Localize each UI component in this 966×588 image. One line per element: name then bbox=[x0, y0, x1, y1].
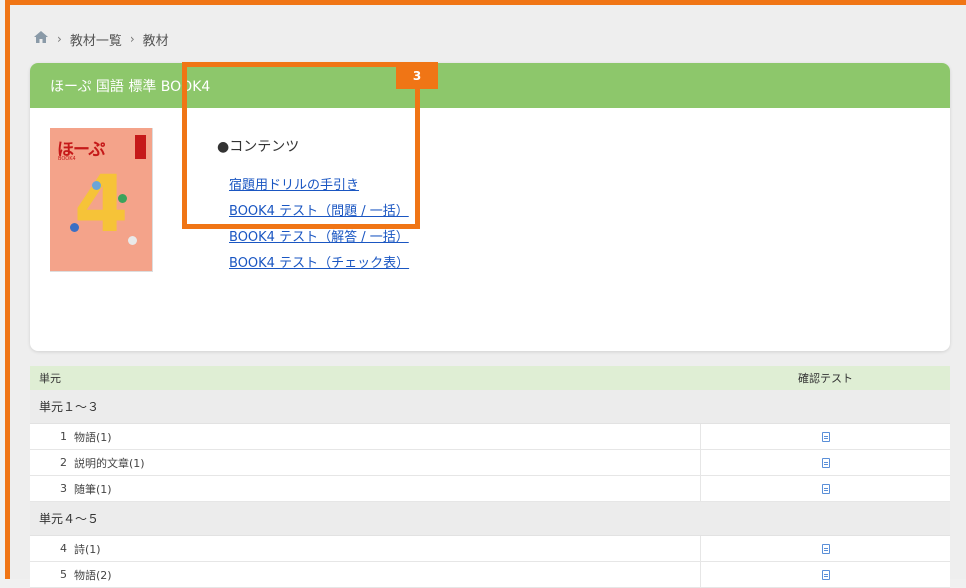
row-number: 2 bbox=[60, 456, 67, 469]
breadcrumb-item-material: 教材 bbox=[142, 33, 169, 49]
breadcrumb-separator: › bbox=[129, 32, 135, 46]
annotation-box: 3 bbox=[182, 62, 438, 229]
table-header: 単元 確認テスト bbox=[30, 366, 950, 390]
cover-figure bbox=[70, 223, 79, 232]
home-icon[interactable] bbox=[33, 30, 49, 48]
link-test-checklist[interactable]: BOOK4 テスト（チェック表） bbox=[229, 252, 409, 271]
header-confirm-test: 確認テスト bbox=[798, 372, 853, 385]
table-row: 5 物語(2) bbox=[30, 562, 950, 588]
row-title: 物語(1) bbox=[74, 430, 112, 444]
table-row: 2 説明的文章(1) bbox=[30, 450, 950, 476]
row-number: 3 bbox=[60, 482, 67, 495]
cover-figure bbox=[92, 181, 101, 190]
book-cover-image: ほーぷ BOOK4 4 bbox=[50, 128, 153, 272]
annotation-tag: 3 bbox=[396, 62, 438, 89]
row-title: 詩(1) bbox=[74, 542, 101, 556]
document-icon[interactable] bbox=[821, 431, 830, 442]
row-title: 説明的文章(1) bbox=[74, 456, 145, 470]
table-row: 4 詩(1) bbox=[30, 536, 950, 562]
table-row: 3 随筆(1) bbox=[30, 476, 950, 502]
row-number: 1 bbox=[60, 430, 67, 443]
cover-number: 4 bbox=[74, 160, 129, 250]
breadcrumb: › 教材一覧 › 教材 bbox=[33, 29, 169, 49]
card-title: ほーぷ 国語 標準 BOOK4 bbox=[30, 63, 950, 108]
document-icon[interactable] bbox=[821, 483, 830, 494]
page-content: › 教材一覧 › 教材 ほーぷ 国語 標準 BOOK4 ほーぷ BOOK4 4 … bbox=[10, 5, 966, 588]
document-icon[interactable] bbox=[821, 569, 830, 580]
unit-group: 単元４～５ bbox=[30, 502, 950, 536]
cover-badge bbox=[135, 135, 146, 159]
document-icon[interactable] bbox=[821, 457, 830, 468]
row-title: 物語(2) bbox=[74, 568, 112, 582]
breadcrumb-separator: › bbox=[57, 32, 62, 46]
cover-figure bbox=[128, 236, 137, 245]
table-row: 1 物語(1) bbox=[30, 424, 950, 450]
row-number: 4 bbox=[60, 542, 67, 555]
row-number: 5 bbox=[60, 568, 67, 581]
cover-figure bbox=[118, 194, 127, 203]
material-card: ほーぷ 国語 標準 BOOK4 ほーぷ BOOK4 4 ●コンテンツ 宿題用ドリ… bbox=[30, 63, 950, 351]
breadcrumb-item-materials-list[interactable]: 教材一覧 bbox=[70, 30, 122, 49]
row-title: 随筆(1) bbox=[74, 482, 112, 496]
unit-table: 単元 確認テスト 単元１～３ 1 物語(1) 2 説明的文章(1) 3 随筆(1) 単… bbox=[30, 366, 950, 588]
unit-group: 単元１～３ bbox=[30, 390, 950, 424]
header-unit: 単元 bbox=[39, 372, 61, 385]
document-icon[interactable] bbox=[821, 543, 830, 554]
